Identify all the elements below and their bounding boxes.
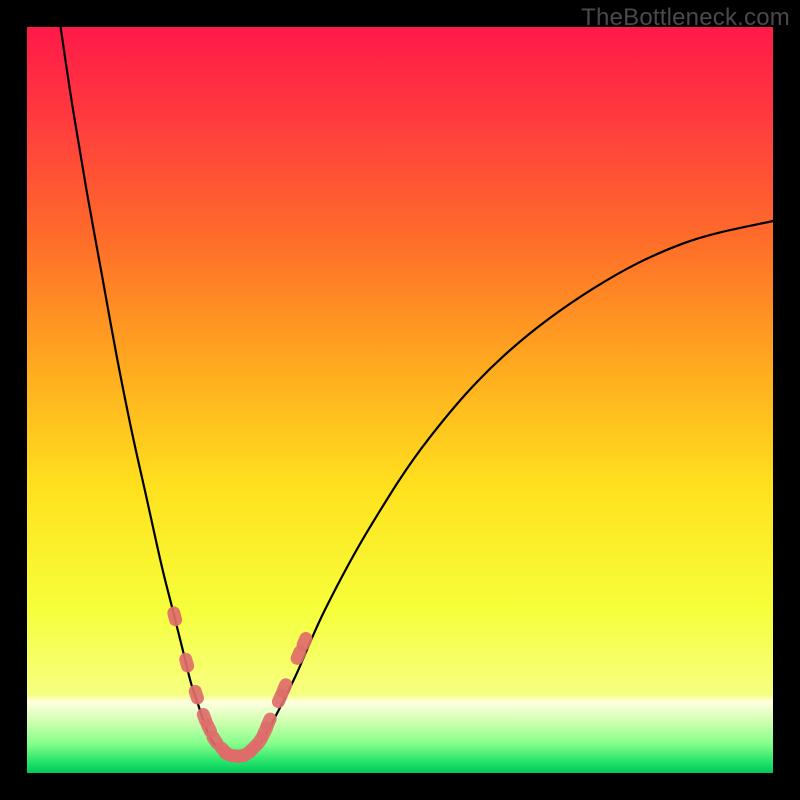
- gradient-background: [27, 27, 773, 773]
- chart-frame: TheBottleneck.com: [0, 0, 800, 800]
- plot-area: [27, 27, 773, 773]
- chart-svg: [27, 27, 773, 773]
